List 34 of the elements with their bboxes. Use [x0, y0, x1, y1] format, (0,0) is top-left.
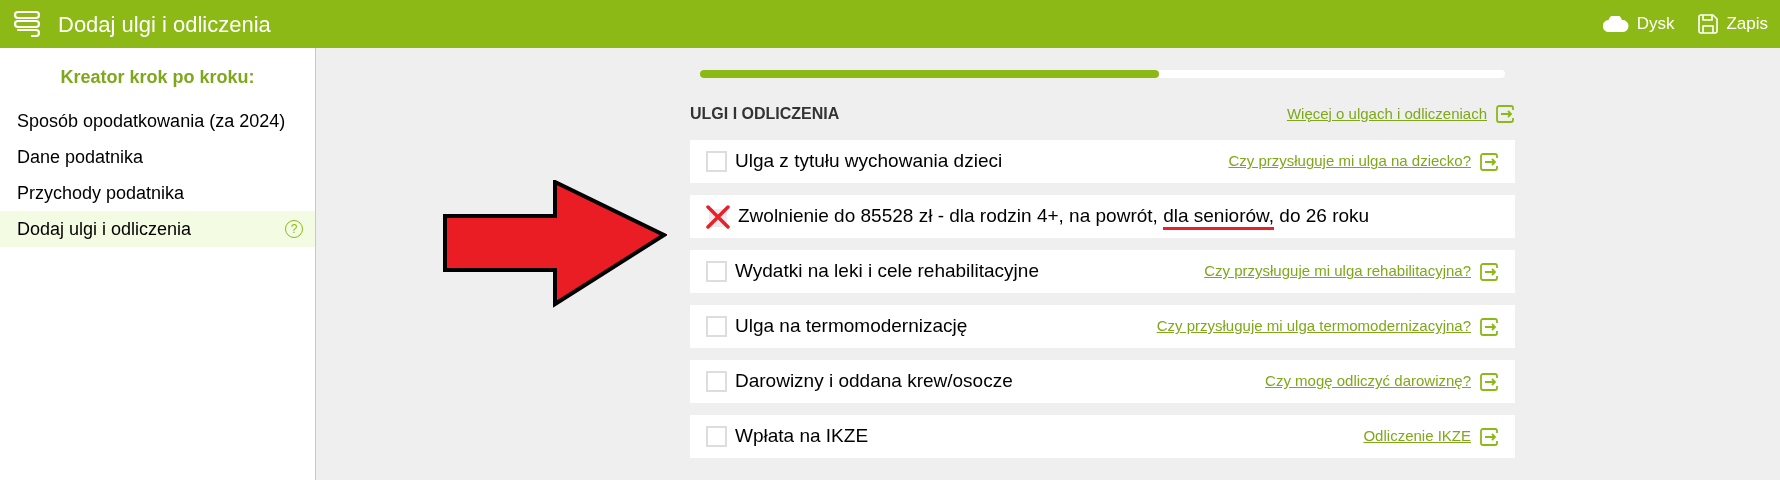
- section-title: ULGI I ODLICZENIA: [690, 104, 840, 124]
- cloud-icon: [1602, 16, 1629, 32]
- exit-arrow-icon: [1479, 426, 1499, 447]
- deduction-label: Ulga z tytułu wychowania dzieci: [735, 149, 1003, 174]
- checkbox[interactable]: [706, 316, 727, 337]
- deduction-label: Wpłata na IKZE: [735, 424, 869, 449]
- exit-arrow-icon: [1479, 151, 1499, 172]
- sidebar-item[interactable]: Dane podatnika: [0, 139, 315, 175]
- checkbox[interactable]: [706, 151, 727, 172]
- sidebar-item[interactable]: Sposób opodatkowania (za 2024): [0, 103, 315, 139]
- exit-arrow-icon: [1495, 104, 1515, 124]
- help-link[interactable]: Czy mogę odliczyć darowiznę?: [1265, 370, 1499, 393]
- exit-arrow-icon: [1479, 316, 1499, 337]
- sidebar-heading: Kreator krok po kroku:: [59, 66, 256, 89]
- exit-arrow-icon: [1479, 371, 1499, 392]
- deduction-label: Wydatki na leki i cele rehabilitacyjne: [735, 259, 1039, 284]
- help-link[interactable]: Odliczenie IKZE: [1363, 425, 1499, 448]
- exit-arrow-icon: [1479, 261, 1499, 282]
- checkbox[interactable]: [706, 371, 727, 392]
- checkbox[interactable]: [706, 261, 727, 282]
- sidebar-item[interactable]: Przychody podatnika: [0, 175, 315, 211]
- deduction-label: Zwolnienie do 85528 zł - dla rodzin 4+, na powrót, dla seniorów, do 26 roku: [738, 202, 1370, 231]
- sidebar-item[interactable]: Dodaj ulgi i odliczenia ?: [0, 211, 315, 247]
- deduction-label: Ulga na termomodernizację: [735, 314, 968, 339]
- help-link[interactable]: Czy przysługuje mi ulga na dziecko?: [1228, 150, 1499, 173]
- page-title: Dodaj ulgi i odliczenia: [58, 10, 271, 39]
- info-link[interactable]: Więcej o ulgach i odliczeniach: [1286, 102, 1515, 126]
- drive-button[interactable]: Dysk: [1602, 11, 1675, 37]
- deduction-label: Darowizny i oddana krew/osocze: [735, 369, 1013, 394]
- help-link[interactable]: Czy przysługuje mi ulga termomodernizacyjna?: [1156, 315, 1499, 338]
- save-button[interactable]: Zapis: [1698, 11, 1768, 37]
- menu-icon[interactable]: [12, 9, 42, 39]
- help-link[interactable]: Czy przysługuje mi ulga rehabilitacyjna?: [1204, 260, 1499, 283]
- checkbox[interactable]: [706, 426, 727, 447]
